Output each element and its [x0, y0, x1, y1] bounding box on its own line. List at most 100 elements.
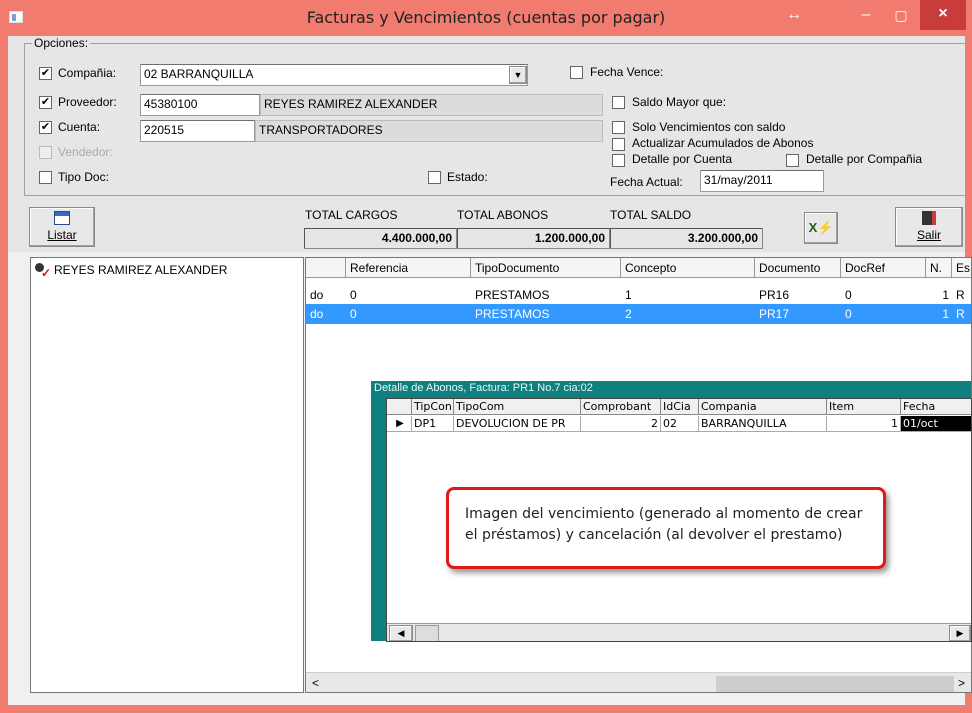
total-saldo-label: TOTAL SALDO: [610, 208, 692, 222]
grid-header-es[interactable]: Es: [952, 258, 971, 278]
exit-door-icon: [922, 211, 936, 225]
grid-cell-documento: PR17: [759, 307, 790, 321]
grid-header-n[interactable]: N.: [926, 258, 952, 278]
detalle-cuenta-checkbox[interactable]: [612, 154, 625, 167]
tipo-doc-checkbox[interactable]: [39, 171, 52, 184]
grid-cell-referencia: 0: [350, 288, 357, 302]
actualizar-acumulados-checkbox[interactable]: [612, 138, 625, 151]
saldo-mayor-checkbox[interactable]: [612, 96, 625, 109]
scroll-right-arrow[interactable]: ▶: [949, 625, 971, 641]
grid-cell-tipo: PRESTAMOS: [475, 307, 550, 321]
tree-item-label: REYES RAMIREZ ALEXANDER: [54, 263, 228, 277]
close-button[interactable]: ×: [920, 0, 966, 30]
estado-label: Estado:: [447, 170, 488, 184]
detail-title: Detalle de Abonos, Factura: PR1 No.7 cia…: [374, 382, 593, 394]
compania-value: 02 BARRANQUILLA: [144, 67, 254, 81]
scroll-right-arrow[interactable]: >: [958, 676, 965, 690]
scroll-left-arrow[interactable]: ◀: [389, 625, 413, 641]
maximize-button[interactable]: ▢: [889, 2, 913, 28]
solo-vencimientos-label: Solo Vencimientos con saldo: [632, 120, 786, 134]
detail-cell-comprobante[interactable]: 2: [581, 416, 661, 432]
detail-header-idcia[interactable]: IdCia: [661, 399, 699, 415]
grid-cell-docref: 0: [845, 288, 852, 302]
grid-horizontal-scrollbar[interactable]: < >: [306, 672, 971, 692]
grid-cell-e: R: [956, 307, 965, 321]
salir-label: Salir: [916, 228, 941, 242]
proveedor-code-input[interactable]: 45380100: [140, 94, 260, 116]
grid-header-documento[interactable]: Documento: [755, 258, 841, 278]
grid-cell-concepto: 1: [625, 288, 632, 302]
grid-header-concepto[interactable]: Concepto: [621, 258, 755, 278]
total-cargos-label: TOTAL CARGOS: [305, 208, 398, 222]
options-legend: Opciones:: [32, 36, 91, 50]
fecha-vence-checkbox[interactable]: [570, 66, 583, 79]
calendar-icon: [54, 211, 70, 225]
salir-button[interactable]: Salir: [895, 207, 963, 247]
detail-cell-fecha[interactable]: 01/oct: [901, 416, 971, 432]
total-cargos-value: 4.400.000,00: [304, 228, 457, 249]
solo-vencimientos-checkbox[interactable]: [612, 121, 625, 134]
total-saldo-value: 3.200.000,00: [610, 228, 763, 249]
export-excel-icon[interactable]: X⚡: [804, 212, 838, 244]
detail-header-comprobante[interactable]: Comprobant: [581, 399, 661, 415]
proveedor-label: Proveedor:: [58, 95, 117, 109]
scroll-left-arrow[interactable]: <: [312, 676, 319, 690]
listar-label: Listar: [47, 228, 77, 242]
annotation-callout: Imagen del vencimiento (generado al mome…: [446, 487, 886, 569]
estado-checkbox[interactable]: [428, 171, 441, 184]
grid-header-tipodocumento[interactable]: TipoDocumento: [471, 258, 621, 278]
compania-checkbox[interactable]: ✔: [39, 67, 52, 80]
detail-header-compania[interactable]: Compania: [699, 399, 827, 415]
detail-horizontal-scrollbar[interactable]: ◀ ▶: [387, 623, 971, 641]
chevron-down-icon[interactable]: ▼: [509, 66, 527, 84]
vendedor-checkbox[interactable]: [39, 146, 52, 159]
tree-item-supplier[interactable]: ✓ REYES RAMIREZ ALEXANDER: [35, 263, 228, 279]
cuenta-name-field: TRANSPORTADORES: [255, 120, 603, 142]
detail-header-tipocom[interactable]: TipoCom: [454, 399, 581, 415]
grid-header-docref[interactable]: DocRef: [841, 258, 926, 278]
grid-cell-n: 1: [942, 307, 949, 321]
fecha-actual-label: Fecha Actual:: [610, 175, 683, 189]
detalle-compania-label: Detalle por Compañia: [806, 152, 923, 166]
total-abonos-label: TOTAL ABONOS: [457, 208, 549, 222]
detail-header-item[interactable]: Item: [827, 399, 901, 415]
window-title: Facturas y Vencimientos (cuentas por pag…: [306, 8, 666, 27]
detalle-cuenta-label: Detalle por Cuenta: [632, 152, 733, 166]
total-abonos-value: 1.200.000,00: [457, 228, 610, 249]
vendedor-label: Vendedor:: [58, 145, 113, 159]
grid-header-referencia[interactable]: Referencia: [346, 258, 471, 278]
tipo-doc-label: Tipo Doc:: [58, 170, 109, 184]
grid-cell: do: [310, 288, 324, 302]
table-row-selected[interactable]: do 0 PRESTAMOS 2 PR17 0 1 R: [306, 304, 971, 324]
actualizar-acumulados-label: Actualizar Acumulados de Abonos: [632, 136, 814, 150]
detail-cell-tipcon[interactable]: DP1: [412, 416, 454, 432]
detail-header-tipcon[interactable]: TipCon: [412, 399, 454, 415]
supplier-tree: ✓ REYES RAMIREZ ALEXANDER: [30, 257, 304, 693]
compania-select[interactable]: 02 BARRANQUILLA: [140, 64, 528, 86]
scroll-thumb[interactable]: [415, 625, 439, 641]
detail-header-fecha[interactable]: Fecha: [901, 399, 971, 415]
grid-header-cut[interactable]: [306, 258, 346, 278]
proveedor-name-field: REYES RAMIREZ ALEXANDER: [260, 94, 603, 116]
detail-cell-item[interactable]: 1: [827, 416, 901, 432]
saldo-mayor-label: Saldo Mayor que:: [632, 95, 727, 109]
grid-cell: do: [310, 307, 324, 321]
scroll-thumb[interactable]: [716, 676, 954, 692]
cuenta-checkbox[interactable]: ✔: [39, 121, 52, 134]
grid-cell-docref: 0: [845, 307, 852, 321]
fecha-actual-input[interactable]: 31/may/2011: [700, 170, 824, 192]
proveedor-checkbox[interactable]: ✔: [39, 96, 52, 109]
minimize-button[interactable]: –: [852, 2, 880, 28]
grid-cell-e: R: [956, 288, 965, 302]
detail-cell-compania[interactable]: BARRANQUILLA: [699, 416, 827, 432]
user-check-icon: ✓: [35, 263, 51, 279]
resize-icon[interactable]: ↔: [782, 2, 806, 28]
table-row[interactable]: do 0 PRESTAMOS 1 PR16 0 1 R: [306, 286, 971, 304]
cuenta-code-input[interactable]: 220515: [140, 120, 255, 142]
detalle-compania-checkbox[interactable]: [786, 154, 799, 167]
listar-button[interactable]: Listar: [29, 207, 95, 247]
grid-cell-n: 1: [942, 288, 949, 302]
detail-cell-tipocom[interactable]: DEVOLUCION DE PR: [454, 416, 581, 432]
detail-cell-idcia[interactable]: 02: [661, 416, 699, 432]
grid-cell-referencia: 0: [350, 307, 357, 321]
